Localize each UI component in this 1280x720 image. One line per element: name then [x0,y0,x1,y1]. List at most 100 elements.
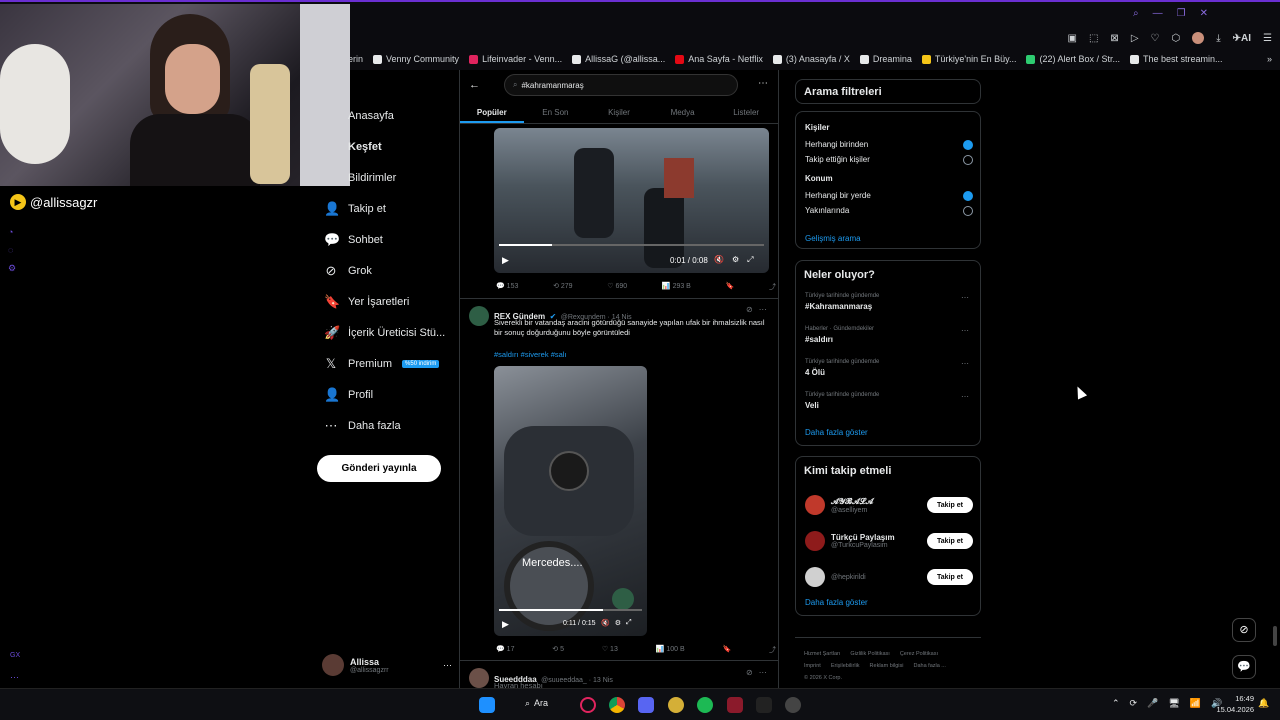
avatar[interactable] [469,306,489,326]
follow-button[interactable]: Takip et [927,497,973,513]
bookmark-item[interactable]: (22) Alert Box / Str... [1026,54,1120,64]
retweet-button[interactable]: ⟲ 5 [552,645,564,655]
minimize-icon[interactable]: — [1153,8,1163,19]
profile-avatar-icon[interactable] [1192,32,1205,44]
tab-4[interactable]: Listeler [714,104,778,123]
show-more-follow[interactable]: Daha fazla göster [805,598,868,607]
follow-button[interactable]: Takip et [927,533,973,549]
app-icon[interactable] [727,697,743,713]
capcut-icon[interactable] [756,697,772,713]
tab-1[interactable]: En Son [524,104,588,123]
nav-item[interactable]: 𝕏 Premium %50 indirim [316,348,456,379]
filter-option[interactable]: Yakınlarında [805,203,973,218]
nav-item[interactable]: 👤 Takip et [316,193,456,224]
download-icon[interactable]: ⤓ [1216,33,1220,44]
nav-item[interactable]: ⊘ Grok [316,255,456,286]
reply-button[interactable]: 💬 153 [496,282,518,292]
bookmarks-overflow-icon[interactable]: » [1267,54,1280,64]
grok-icon[interactable]: ⊘ [746,305,753,314]
like-button[interactable]: ♡ 13 [602,645,618,655]
chrome-icon[interactable] [609,697,625,713]
trend-item[interactable]: Türkiye tarihinde gündemde #Kahramanmaraş… [805,293,973,326]
search-icon[interactable]: ⌕ [1133,8,1139,19]
menu-icon[interactable]: ☰ [1263,33,1272,44]
footer-link[interactable]: Hizmet Şartları [804,651,840,657]
network-icon[interactable]: 🖥 [1168,698,1179,709]
nav-item[interactable]: Bildirimler [316,162,456,193]
tab-0[interactable]: Popüler [460,104,524,123]
footer-link[interactable]: Reklam bilgisi [870,663,904,669]
bookmark-item[interactable]: Türkiye'nin En Büy... [921,54,1016,64]
footer-link[interactable]: Daha fazla ... [913,663,945,669]
discord-icon[interactable] [638,697,654,713]
nav-item[interactable]: Anasayfa [316,100,456,131]
follow-suggestion[interactable]: Türkçü Paylaşım @TurkcuPaylasim Takip et [805,523,973,559]
settings-icon[interactable]: ⚙ [8,263,24,274]
footer-link[interactable]: Gizlilik Politikası [850,651,889,657]
filter-option[interactable]: Herhangi birinden [805,137,973,152]
trend-item[interactable]: Türkiye tarihinde gündemde Veli ⋯ [805,392,973,425]
ai-button[interactable]: ✈AI [1233,33,1251,44]
nav-item[interactable]: 👤 Profil [316,379,456,410]
filter-option[interactable]: Takip ettiğin kişiler [805,152,973,167]
fullscreen-icon[interactable]: ⤢ [747,255,753,265]
like-button[interactable]: ♡ 690 [607,282,627,292]
heart-icon[interactable]: ♡ [1151,33,1160,44]
play-icon[interactable]: ▶ [502,255,509,266]
bookmark-item[interactable]: (3) Anasayfa / X [772,54,850,64]
trend-item[interactable]: Haberler · Gündemdekiler #saldırı ⋯ [805,326,973,359]
advanced-search-link[interactable]: Gelişmiş arama [805,234,861,243]
account-switcher[interactable]: Allissa @allissagzrr ⋯ [322,652,452,678]
chevron-up-icon[interactable]: ⌃ [1112,698,1120,709]
obs-icon[interactable] [785,697,801,713]
nav-item[interactable]: Keşfet [316,131,456,162]
share-icon[interactable]: ⤴ [769,645,776,655]
trend-item[interactable]: Türkiye tarihinde gündemde 4 Ölü ⋯ [805,359,973,392]
follow-suggestion[interactable]: 𝓐𝓨𝓑𝓐𝓛𝓐 @aselliyem Takip et [805,487,973,523]
more-options-icon[interactable]: ⋯ [759,668,767,677]
sync-icon[interactable]: ⟳ [1130,698,1138,709]
more-options-icon[interactable]: ⋯ [961,326,969,335]
screenshot-icon[interactable]: ⬚ [1089,33,1098,44]
views-button[interactable]: 📊 293 B [662,282,691,292]
more-options-icon[interactable]: ⋯ [961,359,969,368]
radio-button[interactable] [963,190,973,201]
more-options-icon[interactable]: ⋯ [961,293,969,302]
bookmark-item[interactable]: Ana Sayfa - Netflix [675,54,763,64]
clock[interactable]: 16:49 15.04.2026 [1206,693,1254,715]
opera-gx-icon[interactable] [580,697,596,713]
filter-option[interactable]: Herhangi bir yerde [805,188,973,203]
bookmark-item[interactable]: The best streamin... [1130,54,1223,64]
radio-button[interactable] [963,205,973,216]
tweet-video[interactable]: ▶ 0:01 / 0:08 🔇 ⚙ ⤢ [494,128,769,273]
video-progress-track[interactable] [499,609,642,611]
taskbar-search[interactable]: ⌕ Ara [525,698,548,709]
player-icon[interactable]: ▷ [1131,33,1139,44]
extension-icon[interactable]: ▣ [1068,33,1077,44]
chat-icon[interactable]: ◌ [8,245,24,255]
clock-icon[interactable]: ◔ [8,227,24,237]
grok-icon[interactable]: ⊘ [1232,618,1256,642]
back-arrow-icon[interactable]: ← [469,79,480,91]
tab-3[interactable]: Medya [651,104,715,123]
cube-icon[interactable]: ⬡ [1171,33,1180,44]
avatar[interactable] [469,668,489,688]
mic-icon[interactable]: 🎤 [1147,698,1158,709]
tweet-video[interactable]: Mercedes.... ▶ 0:11 / 0:15 🔇 ⚙ ⤢ [494,366,647,636]
tab-2[interactable]: Kişiler [587,104,651,123]
nav-item[interactable]: ⋯ Daha fazla [316,410,456,441]
wifi-icon[interactable]: 📶 [1190,698,1201,709]
windows-start-icon[interactable] [479,697,495,713]
follow-suggestion[interactable]: @hepkirildi Takip et [805,559,973,595]
bookmark-icon[interactable]: 🔖 [726,282,735,292]
settings-icon[interactable]: ⚙ [732,255,739,265]
follow-button[interactable]: Takip et [927,569,973,585]
close-icon[interactable]: ✕ [1200,8,1208,19]
nav-item[interactable]: 🚀 İçerik Üreticisi Stü... [316,317,456,348]
notification-icon[interactable]: 🔔 [1258,698,1269,709]
settings-icon[interactable]: ⚙ [615,619,621,627]
bookmark-item[interactable]: erin [348,54,363,64]
more-options-icon[interactable]: ⋯ [758,78,768,89]
bookmark-icon[interactable]: 🔖 [722,645,731,655]
bookmark-item[interactable]: Lifeinvader - Venn... [469,54,562,64]
